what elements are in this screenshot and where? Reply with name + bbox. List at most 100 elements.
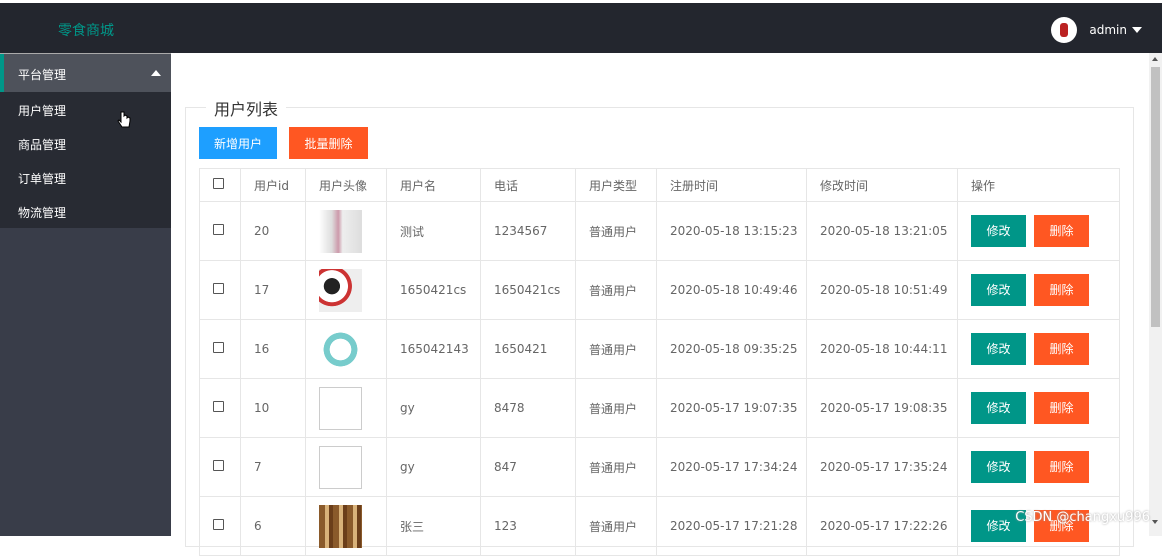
cell-type: 普通用户 <box>576 320 657 379</box>
cell-id: 7 <box>241 438 306 497</box>
row-checkbox[interactable] <box>213 342 224 353</box>
col-header-username: 用户名 <box>387 169 481 202</box>
cell-created: 2020-05-17 17:21:28 <box>657 497 807 556</box>
batch-delete-button[interactable]: 批量删除 <box>289 127 368 159</box>
row-checkbox[interactable] <box>213 460 224 471</box>
cell-avatar <box>306 261 387 320</box>
cell-type: 普通用户 <box>576 497 657 556</box>
cell-created: 2020-05-17 17:34:24 <box>657 438 807 497</box>
avatar-image <box>319 210 362 253</box>
cell-avatar <box>306 379 387 438</box>
scroll-up-icon[interactable] <box>1152 57 1158 61</box>
scroll-thumb[interactable] <box>1151 67 1160 327</box>
delete-button[interactable]: 删除 <box>1034 333 1089 365</box>
sidebar-group-label: 平台管理 <box>18 68 66 82</box>
col-header-phone: 电话 <box>481 169 576 202</box>
row-select-cell <box>200 202 241 261</box>
row-checkbox[interactable] <box>213 283 224 294</box>
select-all-checkbox[interactable] <box>213 178 224 189</box>
table-header-row: 用户id 用户头像 用户名 电话 用户类型 注册时间 修改时间 操作 <box>200 169 1120 202</box>
row-checkbox[interactable] <box>213 519 224 530</box>
cell-phone: 1234567 <box>481 202 576 261</box>
cell-type: 普通用户 <box>576 438 657 497</box>
vertical-scrollbar[interactable] <box>1149 53 1162 536</box>
cell-actions: 修改删除 <box>958 497 1120 556</box>
table-row: 7gy847普通用户2020-05-17 17:34:242020-05-17 … <box>200 438 1120 497</box>
avatar-broken-image <box>319 387 362 430</box>
scroll-down-icon[interactable] <box>1152 520 1158 524</box>
cell-actions: 修改删除 <box>958 320 1120 379</box>
main-content: 用户列表 新增用户 批量删除 用户id 用户头像 用户名 电话 用户类型 注册时… <box>171 53 1149 536</box>
cell-username: 165042143 <box>387 320 481 379</box>
sidebar-item-logistics[interactable]: 物流管理 <box>0 194 171 228</box>
edit-button[interactable]: 修改 <box>971 215 1026 247</box>
cell-modified: 2020-05-18 10:51:49 <box>807 261 958 320</box>
cell-avatar <box>306 438 387 497</box>
sidebar-group-platform[interactable]: 平台管理 <box>0 54 171 92</box>
delete-button[interactable]: 删除 <box>1034 215 1089 247</box>
cell-modified: 2020-05-17 17:35:24 <box>807 438 958 497</box>
cell-type: 普通用户 <box>576 261 657 320</box>
col-header-actions: 操作 <box>958 169 1120 202</box>
cell-modified: 2020-05-18 13:21:05 <box>807 202 958 261</box>
sidebar-item-users[interactable]: 用户管理 <box>0 92 171 126</box>
avatar-image <box>319 269 362 312</box>
cell-id: 16 <box>241 320 306 379</box>
cell-username: gy <box>387 379 481 438</box>
sidebar: 平台管理 用户管理 商品管理 订单管理 物流管理 <box>0 53 171 536</box>
user-avatar <box>1051 17 1077 43</box>
row-checkbox[interactable] <box>213 401 224 412</box>
select-all-cell <box>200 169 241 202</box>
cell-modified: 2020-05-17 19:08:35 <box>807 379 958 438</box>
avatar-broken-image <box>319 446 362 489</box>
cell-actions: 修改删除 <box>958 261 1120 320</box>
cell-username: 1650421cs <box>387 261 481 320</box>
cell-username: 测试 <box>387 202 481 261</box>
cell-actions: 修改删除 <box>958 379 1120 438</box>
row-select-cell <box>200 320 241 379</box>
cell-phone: 1650421cs <box>481 261 576 320</box>
sidebar-item-orders[interactable]: 订单管理 <box>0 160 171 194</box>
cell-phone: 123 <box>481 497 576 556</box>
cell-type: 普通用户 <box>576 202 657 261</box>
edit-button[interactable]: 修改 <box>971 333 1026 365</box>
cell-created: 2020-05-17 19:07:35 <box>657 379 807 438</box>
cell-id: 17 <box>241 261 306 320</box>
col-header-avatar: 用户头像 <box>306 169 387 202</box>
add-user-button[interactable]: 新增用户 <box>199 127 277 159</box>
row-checkbox[interactable] <box>213 224 224 235</box>
cell-type: 普通用户 <box>576 379 657 438</box>
top-header: 零食商城 admin <box>0 0 1162 53</box>
row-select-cell <box>200 379 241 438</box>
edit-button[interactable]: 修改 <box>971 451 1026 483</box>
cell-phone: 8478 <box>481 379 576 438</box>
chevron-up-icon <box>151 70 161 76</box>
cell-id: 10 <box>241 379 306 438</box>
table-row: 20测试1234567普通用户2020-05-18 13:15:232020-0… <box>200 202 1120 261</box>
cell-id: 20 <box>241 202 306 261</box>
user-menu[interactable]: admin <box>1051 17 1142 43</box>
delete-button[interactable]: 删除 <box>1034 274 1089 306</box>
avatar-image <box>319 328 362 371</box>
table-row: 6张三123普通用户2020-05-17 17:21:282020-05-17 … <box>200 497 1120 556</box>
delete-button[interactable]: 删除 <box>1034 392 1089 424</box>
delete-button[interactable]: 删除 <box>1034 451 1089 483</box>
col-header-created: 注册时间 <box>657 169 807 202</box>
edit-button[interactable]: 修改 <box>971 392 1026 424</box>
edit-button[interactable]: 修改 <box>971 274 1026 306</box>
cell-avatar <box>306 497 387 556</box>
user-table: 用户id 用户头像 用户名 电话 用户类型 注册时间 修改时间 操作 20测试1… <box>199 168 1120 556</box>
cell-actions: 修改删除 <box>958 438 1120 497</box>
cell-modified: 2020-05-18 10:44:11 <box>807 320 958 379</box>
cell-modified: 2020-05-17 17:22:26 <box>807 497 958 556</box>
avatar-image <box>319 505 362 548</box>
cell-id: 6 <box>241 497 306 556</box>
cell-created: 2020-05-18 10:49:46 <box>657 261 807 320</box>
chevron-down-icon <box>1132 27 1142 33</box>
cell-actions: 修改删除 <box>958 202 1120 261</box>
sidebar-item-products[interactable]: 商品管理 <box>0 126 171 160</box>
table-row: 161650421431650421普通用户2020-05-18 09:35:2… <box>200 320 1120 379</box>
hand-cursor-icon <box>117 111 131 131</box>
app-logo[interactable]: 零食商城 <box>58 20 114 40</box>
cell-created: 2020-05-18 09:35:25 <box>657 320 807 379</box>
